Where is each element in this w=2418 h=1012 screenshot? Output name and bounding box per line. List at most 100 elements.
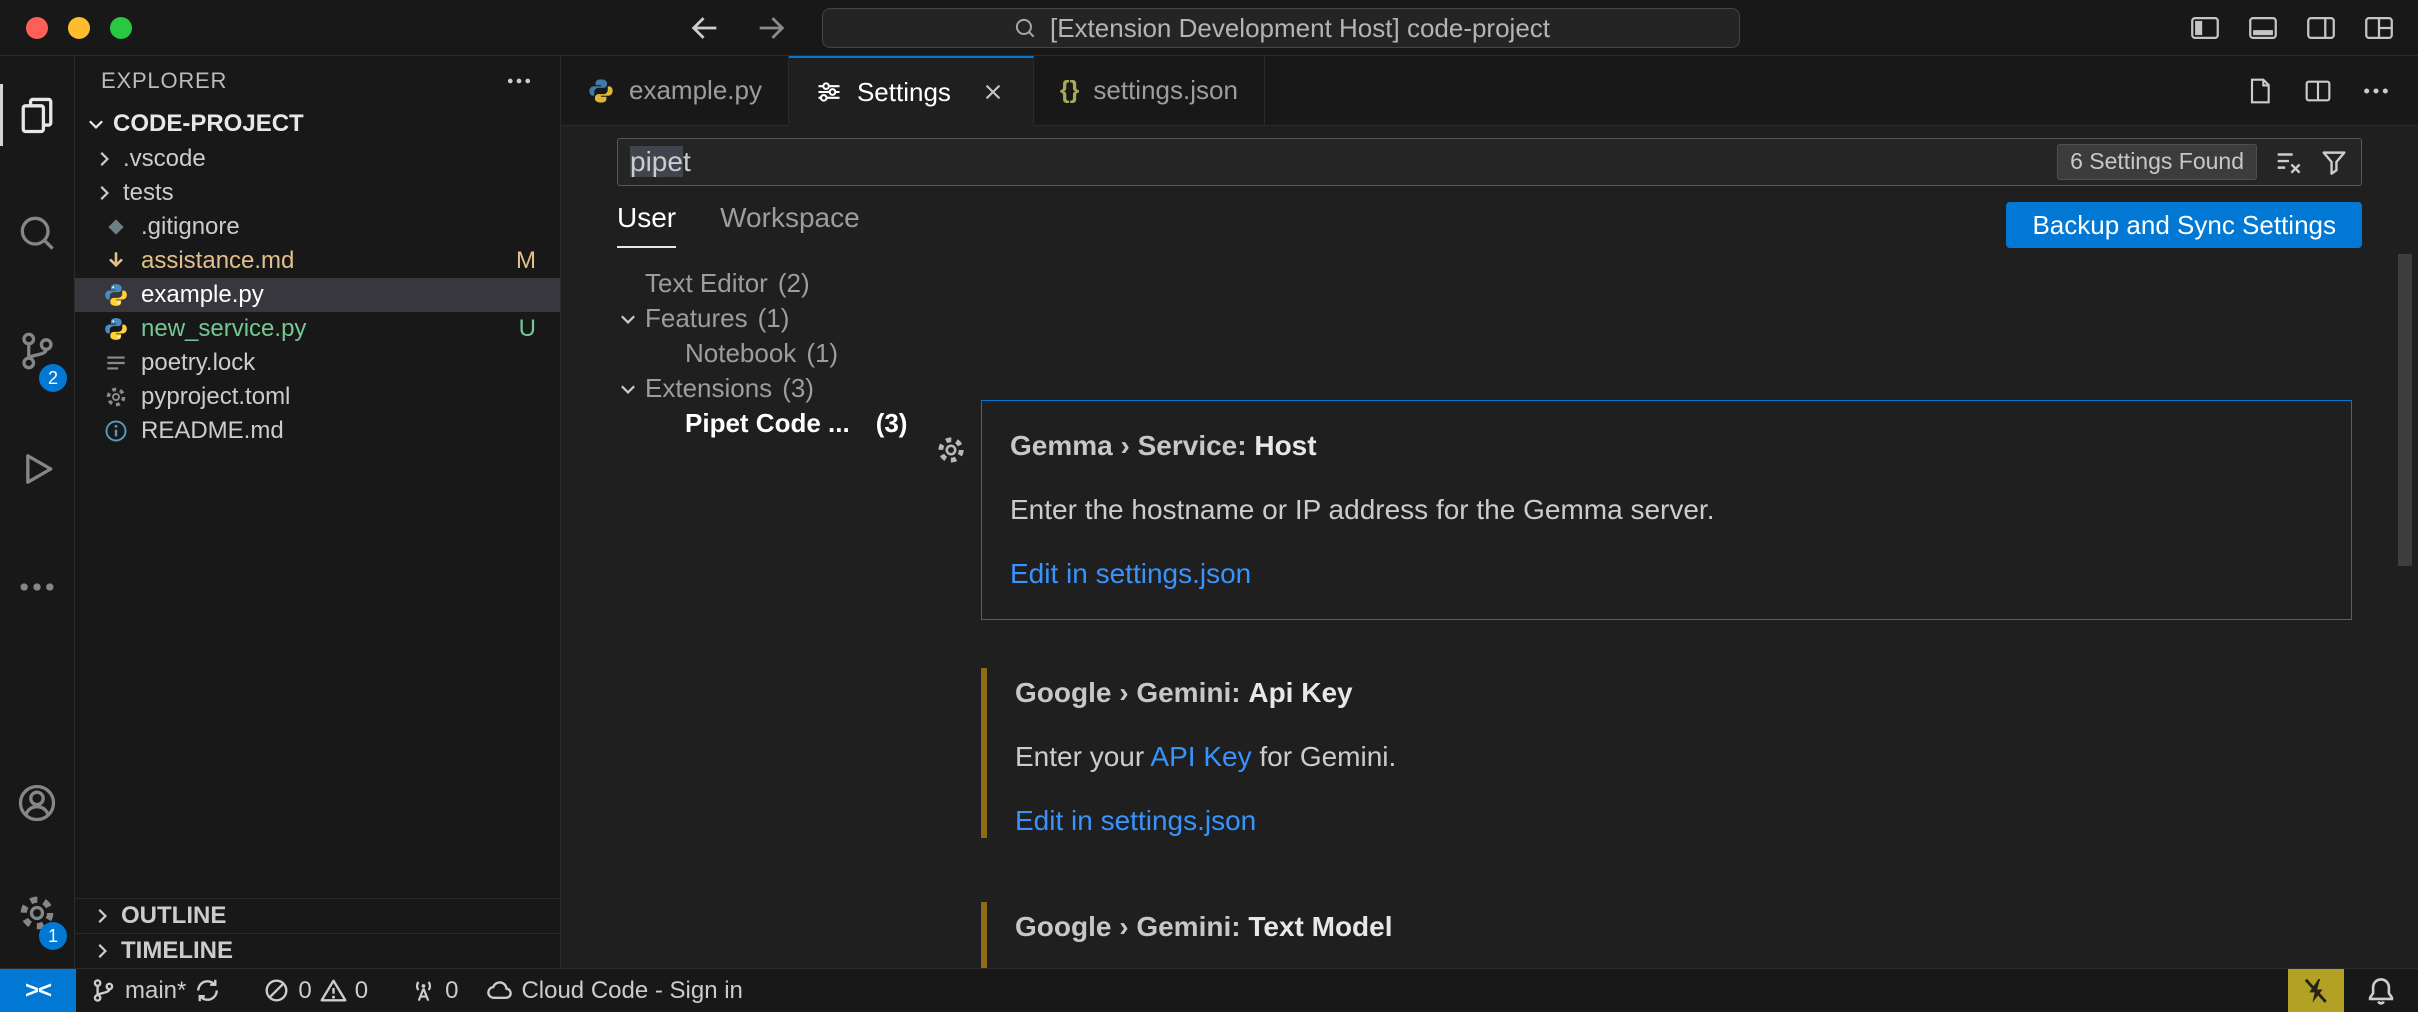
sidebar-header: EXPLORER (75, 56, 560, 106)
chevron-down-icon (617, 308, 645, 330)
setting-gear-icon[interactable] (934, 433, 968, 467)
forward-icon[interactable] (754, 11, 788, 45)
remote-indicator[interactable]: >< (0, 969, 76, 1012)
json-braces-icon: {} (1060, 76, 1079, 105)
tree-item-new-service-py[interactable]: new_service.py U (75, 312, 560, 346)
more-views-icon[interactable] (0, 528, 74, 646)
tab-settings[interactable]: Settings (789, 56, 1034, 126)
sidebar-title: EXPLORER (101, 68, 227, 94)
more-actions-icon[interactable] (2360, 75, 2392, 107)
python-file-icon (103, 316, 129, 342)
tab-label: Settings (857, 77, 951, 108)
explorer-more-actions-icon[interactable] (504, 66, 534, 96)
setting-gemma-service-host[interactable]: Gemma › Service: Host Enter the hostname… (981, 400, 2352, 620)
minimize-window-button[interactable] (68, 17, 90, 39)
timeline-panel-header[interactable]: TIMELINE (75, 933, 560, 968)
tree-item-readme-md[interactable]: README.md (75, 414, 560, 448)
editor-tabs: example.py Settings {} settings.json (561, 56, 2418, 126)
tree-item-pyproject-toml[interactable]: pyproject.toml (75, 380, 560, 414)
toc-extensions[interactable]: Extensions(3) (617, 371, 981, 406)
ports-status[interactable]: 0 (396, 969, 472, 1012)
toc-notebook[interactable]: Notebook(1) (617, 336, 981, 371)
tree-item-assistance-md[interactable]: assistance.md M (75, 244, 560, 278)
settings-list: Gemma › Service: Host Enter the hostname… (981, 266, 2418, 968)
git-branch-status[interactable]: main* (76, 969, 235, 1012)
api-key-link[interactable]: API Key (1150, 741, 1251, 772)
setting-gemini-text-model[interactable]: Google › Gemini: Text Model (981, 902, 2352, 968)
toggle-panel-icon[interactable] (2246, 11, 2280, 45)
scope-tab-user[interactable]: User (617, 202, 676, 248)
bell-icon (2366, 976, 2396, 1006)
history-nav (688, 11, 788, 45)
explorer-sidebar: EXPLORER CODE-PROJECT .vscode tests (75, 56, 561, 968)
warnings-icon (320, 977, 347, 1004)
tree-item-poetry-lock[interactable]: poetry.lock (75, 346, 560, 380)
command-center[interactable]: [Extension Development Host] code-projec… (822, 8, 1740, 48)
settings-search-input[interactable]: pipet 6 Settings Found (617, 138, 2362, 186)
edit-in-settings-json-link[interactable]: Edit in settings.json (1010, 557, 2323, 591)
explorer-icon[interactable] (0, 56, 74, 174)
source-control-icon[interactable]: 2 (0, 292, 74, 410)
edit-in-settings-json-link[interactable]: Edit in settings.json (1015, 804, 2324, 838)
toc-features[interactable]: Features(1) (617, 301, 981, 336)
settings-toc: Text Editor(2) Features(1) Notebook(1) E… (561, 266, 981, 968)
tree-item-vscode[interactable]: .vscode (75, 142, 560, 176)
close-window-button[interactable] (26, 17, 48, 39)
split-editor-icon[interactable] (2302, 75, 2334, 107)
search-sidebar-icon[interactable] (0, 174, 74, 292)
cloud-code-status[interactable]: Cloud Code - Sign in (472, 969, 756, 1012)
maximize-window-button[interactable] (110, 17, 132, 39)
settings-editor: pipet 6 Settings Found User Workspace (561, 126, 2418, 968)
git-file-icon (103, 214, 129, 240)
toc-text-editor[interactable]: Text Editor(2) (617, 266, 981, 301)
notifications-bell[interactable] (2344, 976, 2418, 1006)
search-icon (1012, 15, 1038, 41)
info-icon (103, 418, 129, 444)
sidebar-panels: OUTLINE TIMELINE (75, 898, 560, 968)
chevron-down-icon (617, 378, 645, 400)
tree-item-example-py[interactable]: example.py (75, 278, 560, 312)
status-bar: >< main* 0 0 0 Cloud Code - Sign in (0, 968, 2418, 1012)
settings-badge: 1 (39, 922, 67, 950)
lightning-slash-status[interactable] (2288, 969, 2344, 1012)
tab-example-py[interactable]: example.py (561, 56, 789, 125)
setting-title: Gemma › Service: Host (1010, 429, 2323, 463)
command-center-title: [Extension Development Host] code-projec… (1050, 13, 1550, 44)
python-file-icon (103, 282, 129, 308)
tree-item-tests[interactable]: tests (75, 176, 560, 210)
python-file-icon (587, 77, 615, 105)
editor-group: example.py Settings {} settings.json (561, 56, 2418, 968)
search-text-selected: pipe (630, 146, 683, 177)
outline-panel-header[interactable]: OUTLINE (75, 898, 560, 933)
git-untracked-badge: U (519, 315, 536, 343)
chevron-right-icon (91, 940, 113, 962)
chevron-down-icon (85, 113, 107, 135)
settings-gear-icon[interactable]: 1 (0, 858, 74, 968)
back-icon[interactable] (688, 11, 722, 45)
toc-pipet-code[interactable]: Pipet Code ...(3) (617, 406, 981, 441)
settings-scrollbar[interactable] (2398, 254, 2412, 566)
clear-search-filters-icon[interactable] (2273, 147, 2303, 177)
backup-sync-settings-button[interactable]: Backup and Sync Settings (2006, 202, 2362, 248)
account-icon[interactable] (0, 748, 74, 858)
setting-title: Google › Gemini: Text Model (1015, 910, 2324, 944)
problems-status[interactable]: 0 0 (249, 969, 382, 1012)
toml-gear-icon (103, 384, 129, 410)
settings-found-badge: 6 Settings Found (2057, 144, 2257, 180)
customize-layout-icon[interactable] (2362, 11, 2396, 45)
run-debug-icon[interactable] (0, 410, 74, 528)
toggle-secondary-sidebar-icon[interactable] (2304, 11, 2338, 45)
tab-label: settings.json (1093, 75, 1238, 106)
open-settings-json-icon[interactable] (2244, 75, 2276, 107)
editor-actions (2244, 56, 2418, 125)
tree-item-gitignore[interactable]: .gitignore (75, 210, 560, 244)
setting-gemini-api-key[interactable]: Google › Gemini: Api Key Enter your API … (981, 668, 2352, 838)
filter-funnel-icon[interactable] (2319, 147, 2349, 177)
project-section-header[interactable]: CODE-PROJECT (75, 106, 560, 142)
tab-settings-json[interactable]: {} settings.json (1034, 56, 1265, 125)
scope-tab-workspace[interactable]: Workspace (720, 202, 860, 248)
setting-title: Google › Gemini: Api Key (1015, 676, 2324, 710)
close-tab-icon[interactable] (979, 78, 1007, 106)
project-name: CODE-PROJECT (113, 110, 304, 138)
toggle-primary-sidebar-icon[interactable] (2188, 11, 2222, 45)
